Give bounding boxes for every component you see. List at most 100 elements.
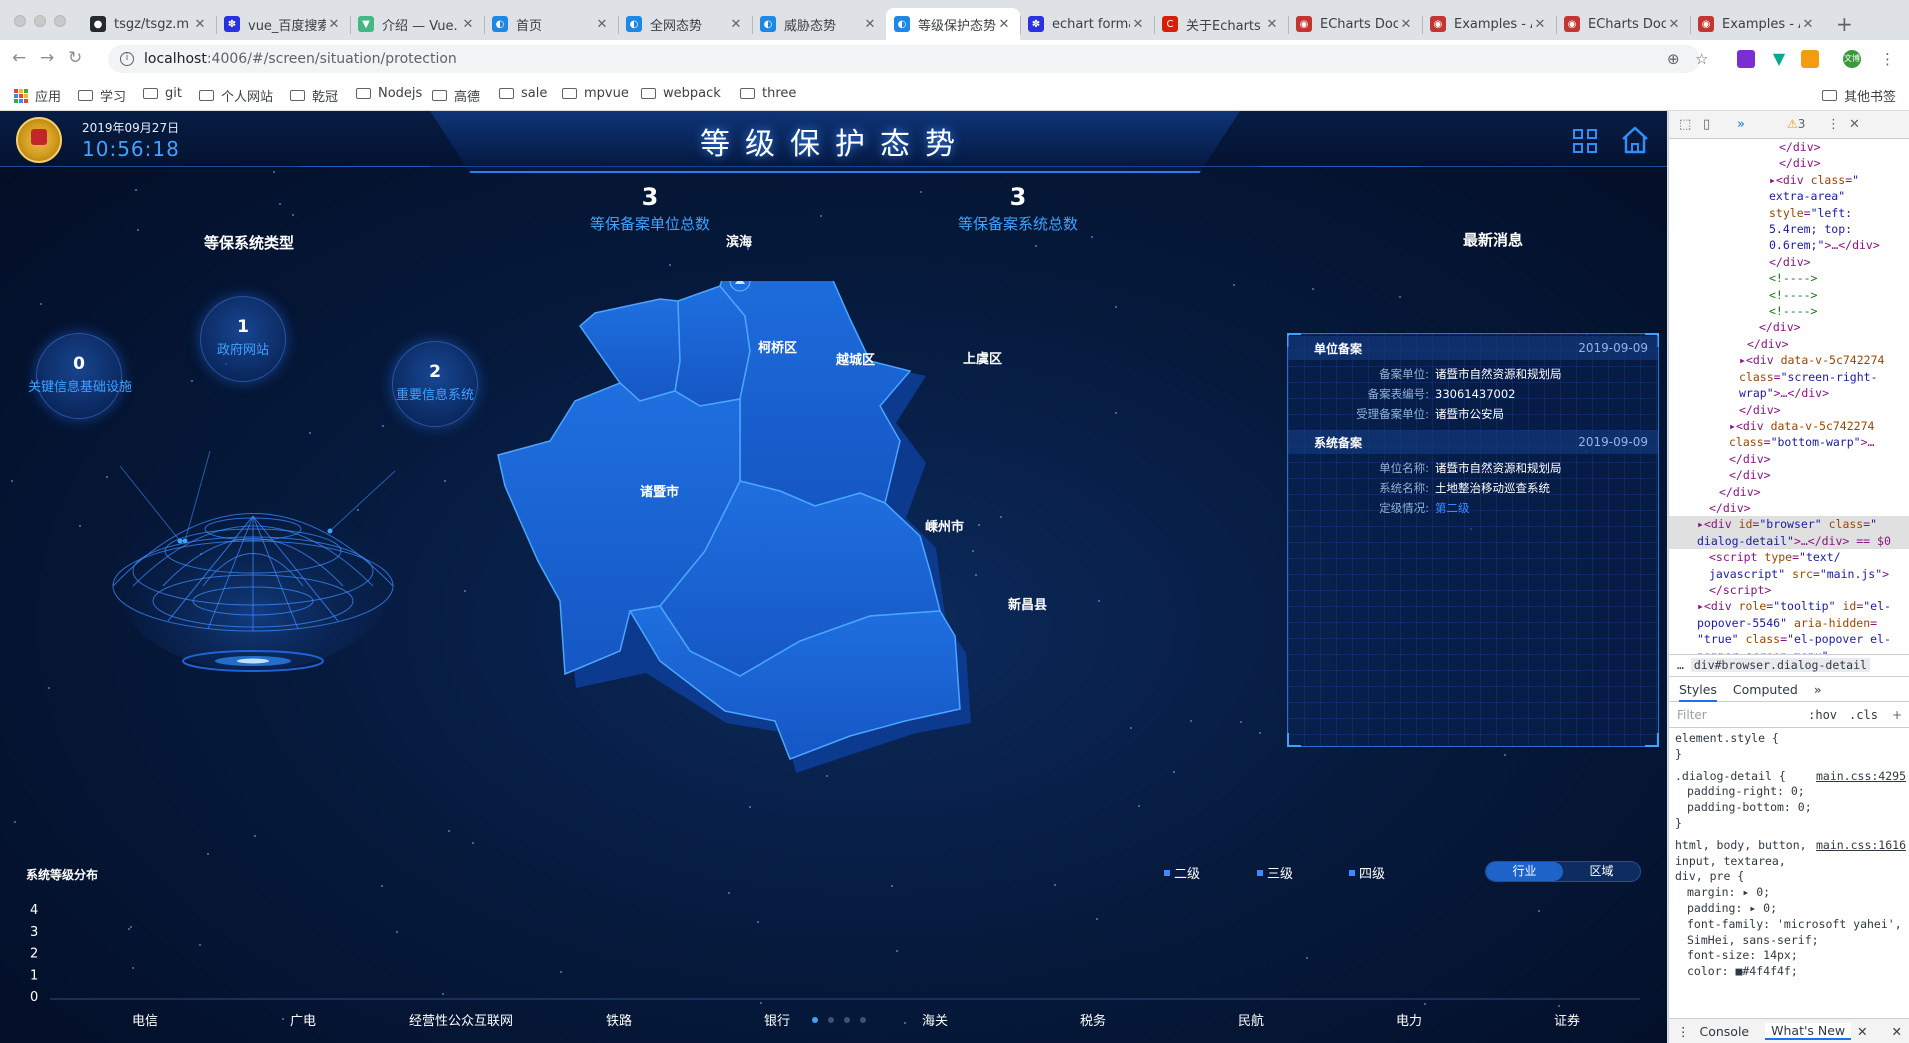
drawer-menu-icon[interactable]: ⋮ xyxy=(1677,1024,1690,1039)
dom-node-line[interactable]: </div> xyxy=(1669,451,1909,467)
bookmark-star-icon[interactable]: ☆ xyxy=(1695,50,1708,68)
close-tab-icon[interactable]: ✕ xyxy=(192,17,208,32)
zoom-icon[interactable]: ⊕ xyxy=(1667,50,1680,68)
tab-computed[interactable]: Computed xyxy=(1733,682,1798,697)
browser-tab[interactable]: ● tsgz/tsgz.m ✕ xyxy=(82,8,216,40)
element-style-rule[interactable]: element.style { xyxy=(1675,731,1909,747)
dom-node-line[interactable]: </div> xyxy=(1669,484,1909,500)
close-tab-icon[interactable]: ✕ xyxy=(326,17,342,32)
browser-tab[interactable]: ◉ Examples - A ✕ xyxy=(1690,8,1824,40)
news-item[interactable]: 系统备案 2019-09-09 单位名称: 诸暨市自然资源和规划局 系统名称: 土地整… xyxy=(1288,430,1658,518)
dom-node-line[interactable]: <script type="text/ xyxy=(1669,549,1909,565)
inspect-element-icon[interactable]: ⬚ xyxy=(1679,117,1691,132)
reload-icon[interactable]: ↻ xyxy=(68,48,82,68)
dom-node-line[interactable]: </div> xyxy=(1669,155,1909,171)
bookmark-folder[interactable]: sale xyxy=(499,86,547,101)
zoom-window-icon[interactable] xyxy=(54,15,66,27)
bubble-important-systems[interactable]: 2 重要信息系统 xyxy=(392,341,478,427)
bookmark-folder[interactable]: 高德 xyxy=(432,86,480,105)
dom-node-line[interactable]: <!----> xyxy=(1669,303,1909,319)
warning-icon[interactable]: ⚠3 xyxy=(1787,117,1805,131)
other-bookmarks[interactable]: 其他书签 xyxy=(1822,86,1896,105)
dom-node-line[interactable]: <!----> xyxy=(1669,270,1909,286)
browser-tab[interactable]: ◐ 威胁态势 ✕ xyxy=(752,8,886,40)
close-tab-icon[interactable]: ✕ xyxy=(728,17,744,32)
bookmark-folder[interactable]: three xyxy=(740,86,796,101)
cls-toggle[interactable]: .cls xyxy=(1849,708,1878,722)
close-tab-icon[interactable]: ✕ xyxy=(1666,17,1682,32)
browser-tab[interactable]: ◉ ECharts Doc ✕ xyxy=(1556,8,1690,40)
pagination-dot[interactable] xyxy=(844,1017,850,1023)
browser-tab[interactable]: ◐ 全网态势 ✕ xyxy=(618,8,752,40)
browser-tab[interactable]: ▼ 介绍 — Vue. ✕ xyxy=(350,8,484,40)
add-rule-icon[interactable]: + xyxy=(1892,708,1902,722)
bookmark-folder[interactable]: 乾冠 xyxy=(290,86,338,105)
dom-node-line[interactable]: </div> xyxy=(1669,402,1909,418)
tab-whats-new[interactable]: What's New xyxy=(1765,1022,1852,1040)
tab-styles[interactable]: Styles xyxy=(1679,677,1717,702)
more-tabs-icon[interactable]: » xyxy=(1737,117,1745,132)
dom-node-line[interactable]: class="bottom-warp">… xyxy=(1669,434,1909,450)
pagination-dot[interactable] xyxy=(812,1017,818,1023)
browser-tab[interactable]: ◉ ECharts Doc ✕ xyxy=(1288,8,1422,40)
close-tab-icon[interactable]: ✕ xyxy=(1130,17,1146,32)
dom-node-line[interactable]: ▸<div data-v-5c742274 xyxy=(1669,352,1909,368)
dom-node-line[interactable]: "true" class="el-popover el- xyxy=(1669,631,1909,647)
dom-node-line[interactable]: <!----> xyxy=(1669,287,1909,303)
browser-tab[interactable]: ✽ echart forma ✕ xyxy=(1020,8,1154,40)
dom-node-line[interactable]: ▸<div role="tooltip" id="el- xyxy=(1669,598,1909,614)
site-info-icon[interactable]: i xyxy=(120,52,134,66)
region-shangyu[interactable] xyxy=(719,281,912,507)
forward-icon[interactable]: → xyxy=(40,48,54,68)
tab-console[interactable]: Console xyxy=(1700,1024,1750,1039)
dom-node-line[interactable]: </script> xyxy=(1669,582,1909,598)
browser-menu-icon[interactable]: ⋮ xyxy=(1880,50,1895,68)
dom-breadcrumb[interactable]: … div#browser.dialog-detail xyxy=(1669,654,1909,676)
bookmark-folder[interactable]: git xyxy=(143,86,182,101)
dom-node-line[interactable]: wrap">…</div> xyxy=(1669,385,1909,401)
bookmark-folder[interactable]: 学习 xyxy=(78,86,126,105)
dom-node-line[interactable]: class="screen-right- xyxy=(1669,369,1909,385)
browser-tab[interactable]: ◐ 等级保护态势 ✕ xyxy=(886,8,1020,40)
dom-node-line[interactable]: 5.4rem; top: xyxy=(1669,221,1909,237)
address-bar[interactable]: i localhost:4006/#/screen/situation/prot… xyxy=(108,45,1700,73)
close-tab-icon[interactable]: ✕ xyxy=(594,17,610,32)
new-tab-icon[interactable]: + xyxy=(1836,12,1853,36)
close-drawer-icon[interactable]: ✕ xyxy=(1892,1024,1902,1039)
browser-tab[interactable]: C 关于Echarts ✕ xyxy=(1154,8,1288,40)
dom-node-line[interactable]: style="left: xyxy=(1669,205,1909,221)
dom-node-line[interactable]: </div> xyxy=(1669,336,1909,352)
devtools-menu-icon[interactable]: ⋮ xyxy=(1827,117,1840,132)
rule-prop[interactable]: margin: ▸ 0; xyxy=(1675,885,1909,901)
rule-prop[interactable]: padding: ▸ 0; xyxy=(1675,901,1909,917)
minimize-window-icon[interactable] xyxy=(34,15,46,27)
close-tab-icon[interactable]: ✕ xyxy=(460,17,476,32)
close-tab-icon[interactable]: ✕ xyxy=(1398,17,1414,32)
close-tab-icon[interactable]: ✕ xyxy=(862,17,878,32)
bookmark-folder[interactable]: mpvue xyxy=(562,86,629,101)
region-keqiao[interactable] xyxy=(578,298,681,402)
dom-node-line[interactable]: 0.6rem;">…</div> xyxy=(1669,237,1909,253)
dom-node-line[interactable]: javascript" src="main.js"> xyxy=(1669,566,1909,582)
device-toolbar-icon[interactable]: ▯ xyxy=(1703,117,1710,132)
back-icon[interactable]: ← xyxy=(12,48,26,68)
rule-prop[interactable]: color: ■#4f4f4f; xyxy=(1675,964,1909,980)
bubble-critical-infrastructure[interactable]: 0 关键信息基础设施 xyxy=(28,333,132,419)
rule-prop[interactable]: font-size: 14px; xyxy=(1675,948,1909,964)
bubble-government-sites[interactable]: 1 政府网站 xyxy=(200,296,286,382)
close-tab-icon[interactable]: ✕ xyxy=(1532,17,1548,32)
dom-node-line[interactable]: ▸<div id="browser" class=" xyxy=(1669,516,1909,533)
dom-node-line[interactable]: </div> xyxy=(1669,254,1909,270)
bookmark-apps[interactable]: 应用 xyxy=(14,86,61,105)
vue-devtools-icon[interactable]: ▼ xyxy=(1770,50,1788,68)
dom-node-line[interactable]: </div> xyxy=(1669,467,1909,483)
hov-toggle[interactable]: :hov xyxy=(1808,708,1837,722)
avatar[interactable]: 文博 xyxy=(1843,50,1861,68)
dom-node-line[interactable]: </div> xyxy=(1669,319,1909,335)
bookmark-folder[interactable]: Nodejs xyxy=(356,86,422,101)
rule-source-link[interactable]: main.css:1616 xyxy=(1816,838,1906,854)
dom-node-line[interactable]: </div> xyxy=(1669,500,1909,516)
close-tab-icon[interactable]: ✕ xyxy=(1800,17,1816,32)
rule-prop[interactable]: padding-right: 0; xyxy=(1675,784,1909,800)
home-icon[interactable] xyxy=(1620,125,1650,155)
